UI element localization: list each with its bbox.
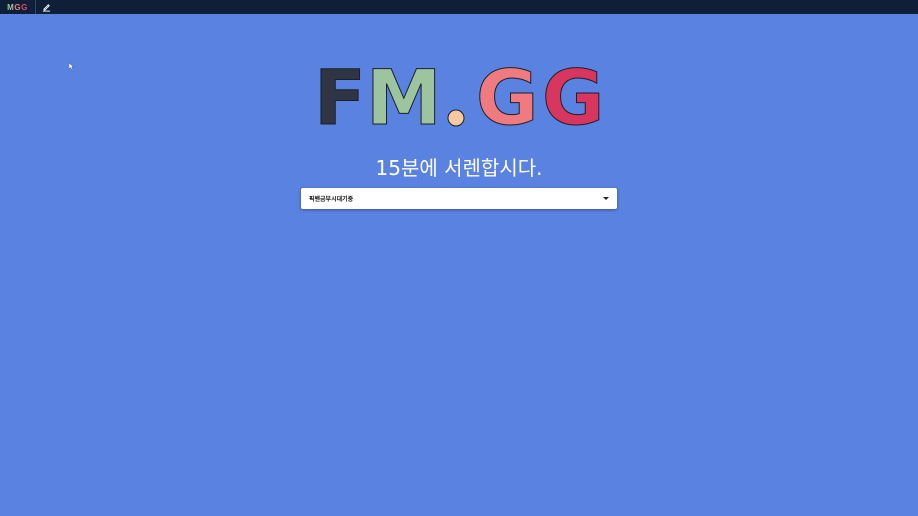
topbar-divider bbox=[35, 0, 36, 14]
chevron-down-icon[interactable] bbox=[603, 197, 609, 200]
logo-letter-f: F bbox=[314, 56, 366, 134]
mini-logo-g1: G bbox=[14, 2, 22, 12]
logo-letter-g2: G bbox=[542, 56, 604, 134]
tagline: 15분에 서렌합시다. bbox=[375, 156, 543, 180]
mini-logo[interactable]: M G G bbox=[0, 0, 35, 14]
status-select[interactable]: 픽밴금부시대기중 bbox=[301, 188, 617, 209]
mini-logo-m: M bbox=[7, 2, 15, 12]
edit-icon[interactable] bbox=[39, 0, 53, 14]
logo-dot bbox=[447, 109, 465, 127]
mouse-cursor-icon bbox=[69, 63, 74, 70]
top-bar: M G G bbox=[0, 0, 918, 14]
logo-letter-m: M bbox=[366, 56, 442, 134]
status-select-value: 픽밴금부시대기중 bbox=[309, 196, 354, 203]
logo-letter-g1: G bbox=[476, 56, 538, 134]
mini-logo-g2: G bbox=[21, 2, 28, 12]
fmgg-logo: F M G G bbox=[314, 56, 605, 134]
